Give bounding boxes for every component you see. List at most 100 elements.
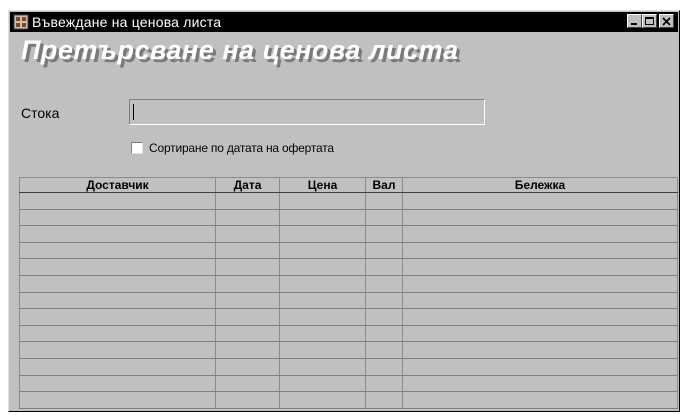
table-cell[interactable] [402,192,678,210]
table-cell[interactable] [365,258,403,277]
table-cell[interactable] [402,391,678,409]
table-cell[interactable] [365,291,403,310]
table-cell[interactable] [19,324,216,343]
table-cell[interactable] [365,308,403,326]
app-icon [13,14,29,30]
maximize-button[interactable] [642,14,657,28]
sort-by-date-option[interactable]: Сортиране по датата на офертата [131,141,334,155]
table-cell[interactable] [215,258,280,277]
table-cell[interactable] [215,275,280,293]
product-input[interactable] [129,99,485,125]
table-cell[interactable] [19,225,216,243]
table-cell[interactable] [215,341,280,360]
table-cell[interactable] [19,291,216,310]
column-header-price[interactable]: Цена [279,177,366,193]
table-row[interactable] [19,258,678,277]
table-cell[interactable] [365,358,403,376]
price-list-window: Въвеждане на ценова листа Претърсване на… [8,10,680,412]
table-cell[interactable] [215,241,280,260]
sort-by-date-checkbox[interactable] [131,142,143,154]
table-cell[interactable] [365,208,403,227]
minimize-button[interactable] [627,14,642,28]
table-cell[interactable] [215,324,280,343]
table-cell[interactable] [402,358,678,376]
table-row[interactable] [19,324,678,343]
table-cell[interactable] [215,291,280,310]
table-row[interactable] [19,391,678,409]
table-cell[interactable] [402,291,678,310]
table-cell[interactable] [279,374,366,393]
table-row[interactable] [19,275,678,293]
table-cell[interactable] [215,225,280,243]
table-row[interactable] [19,358,678,376]
table-cell[interactable] [215,374,280,393]
title-bar[interactable]: Въвеждане на ценова листа [10,12,678,32]
table-cell[interactable] [279,241,366,260]
table-cell[interactable] [19,374,216,393]
product-label: Стока [21,105,60,121]
table-cell[interactable] [215,358,280,376]
table-cell[interactable] [215,391,280,409]
window-title: Въвеждане на ценова листа [32,14,222,30]
table-cell[interactable] [19,341,216,360]
table-cell[interactable] [402,241,678,260]
table-cell[interactable] [402,374,678,393]
column-header-currency[interactable]: Вал [365,177,403,193]
table-row[interactable] [19,225,678,243]
table-cell[interactable] [19,275,216,293]
table-row[interactable] [19,341,678,360]
table-cell[interactable] [279,275,366,293]
table-cell[interactable] [365,192,403,210]
table-cell[interactable] [19,192,216,210]
table-row[interactable] [19,291,678,310]
table-cell[interactable] [215,308,280,326]
table-cell[interactable] [279,208,366,227]
table-cell[interactable] [279,291,366,310]
page-heading: Претърсване на ценова листа [21,35,459,65]
column-header-supplier[interactable]: Доставчик [19,177,216,193]
table-cell[interactable] [19,358,216,376]
text-caret [133,104,134,120]
table-cell[interactable] [279,258,366,277]
maximize-icon [645,16,654,25]
table-cell[interactable] [279,308,366,326]
table-cell[interactable] [365,391,403,409]
table-cell[interactable] [279,225,366,243]
column-header-note[interactable]: Бележка [402,177,678,193]
table-row[interactable] [19,308,678,326]
table-cell[interactable] [279,341,366,360]
table-cell[interactable] [279,324,366,343]
table-cell[interactable] [402,308,678,326]
table-cell[interactable] [365,374,403,393]
table-cell[interactable] [19,308,216,326]
table-cell[interactable] [19,391,216,409]
table-cell[interactable] [19,258,216,277]
table-cell[interactable] [279,358,366,376]
table-cell[interactable] [365,225,403,243]
table-cell[interactable] [279,192,366,210]
table-cell[interactable] [402,341,678,360]
table-cell[interactable] [215,208,280,227]
table-cell[interactable] [279,391,366,409]
table-cell[interactable] [19,208,216,227]
table-row[interactable] [19,241,678,260]
table-cell[interactable] [402,208,678,227]
table-cell[interactable] [19,241,216,260]
close-button[interactable] [659,14,674,28]
table-cell[interactable] [365,275,403,293]
close-icon [662,16,671,26]
table-cell[interactable] [215,192,280,210]
table-cell[interactable] [365,241,403,260]
table-row[interactable] [19,208,678,227]
table-row[interactable] [19,192,678,210]
table-cell[interactable] [365,341,403,360]
table-cell[interactable] [402,225,678,243]
table-row[interactable] [19,374,678,393]
table-cell[interactable] [365,324,403,343]
column-header-date[interactable]: Дата [215,177,280,193]
table-cell[interactable] [402,275,678,293]
minimize-icon [631,22,637,25]
price-list-table[interactable]: Доставчик Дата Цена Вал Бележка [19,177,678,409]
table-cell[interactable] [402,258,678,277]
table-cell[interactable] [402,324,678,343]
